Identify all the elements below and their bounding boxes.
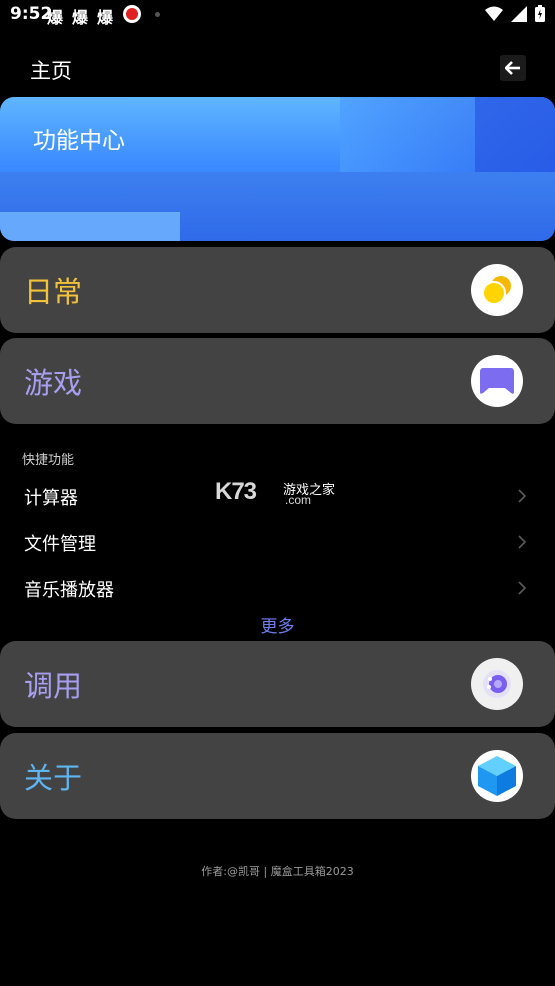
watermark-logo: K73 游戏之家 .com: [215, 478, 355, 510]
footer-credit: 作者:@凯哥 | 魔盒工具箱2023: [201, 865, 354, 878]
page-title: 主页: [30, 59, 72, 83]
card-games[interactable]: 游戏: [0, 338, 555, 424]
notification-icon: 爆: [72, 8, 89, 27]
gamepad-icon: [471, 355, 523, 407]
card-label: 日常: [24, 275, 83, 309]
card-invoke[interactable]: 调用: [0, 641, 555, 727]
watermark-brand: K73: [215, 478, 257, 505]
header: 主页: [0, 45, 555, 93]
more-link[interactable]: 更多: [0, 612, 555, 637]
chevron-right-icon: [518, 581, 527, 595]
status-time: 9:52: [10, 4, 53, 24]
list-item-label: 文件管理: [24, 534, 96, 555]
notification-icon: 爆: [47, 8, 64, 27]
watermark-sub: .com: [285, 493, 312, 507]
function-center-banner[interactable]: 功能中心: [0, 97, 555, 241]
arrow-left-icon: [505, 61, 520, 75]
wifi-icon: [485, 6, 503, 21]
battery-icon: [535, 5, 545, 22]
card-label: 游戏: [24, 366, 83, 400]
list-item-label: 计算器: [24, 488, 78, 509]
list-item-music-player[interactable]: 音乐播放器: [0, 566, 555, 610]
card-daily[interactable]: 日常: [0, 247, 555, 333]
card-about[interactable]: 关于: [0, 733, 555, 819]
status-bar: 9:52 爆 爆 爆: [0, 0, 555, 30]
dot-icon: [155, 12, 160, 17]
section-label-quick-functions: 快捷功能: [22, 453, 75, 468]
cube-icon: [471, 750, 523, 802]
sun-moon-icon: [471, 264, 523, 316]
signal-icon: [511, 5, 527, 22]
chevron-right-icon: [518, 535, 527, 549]
app-badge-icon: [123, 5, 141, 23]
card-label: 关于: [24, 761, 83, 795]
notification-icon: 爆: [97, 8, 114, 27]
system-icons: [485, 5, 545, 22]
gear-icon: [471, 658, 523, 710]
back-button[interactable]: [500, 55, 526, 81]
card-label: 调用: [24, 669, 83, 703]
list-item-file-manager[interactable]: 文件管理: [0, 520, 555, 564]
list-item-label: 音乐播放器: [24, 580, 114, 601]
chevron-right-icon: [518, 489, 527, 503]
banner-title: 功能中心: [33, 128, 125, 154]
